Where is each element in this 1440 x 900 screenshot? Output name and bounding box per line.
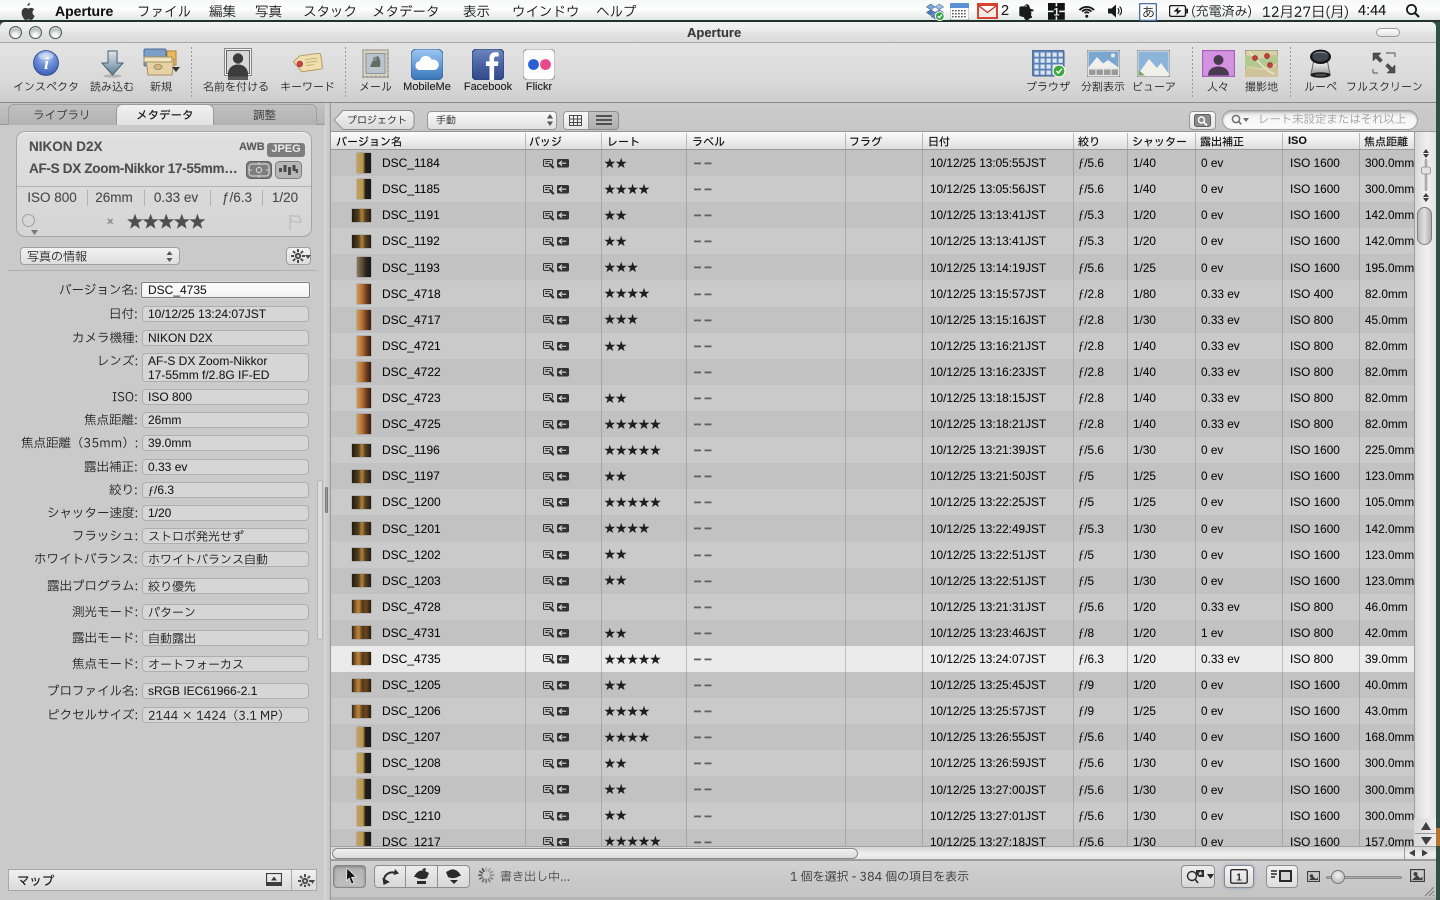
svg-text:1: 1 bbox=[1236, 872, 1242, 883]
svg-text:1: 1 bbox=[1053, 6, 1059, 18]
svg-text:i: i bbox=[44, 54, 49, 73]
